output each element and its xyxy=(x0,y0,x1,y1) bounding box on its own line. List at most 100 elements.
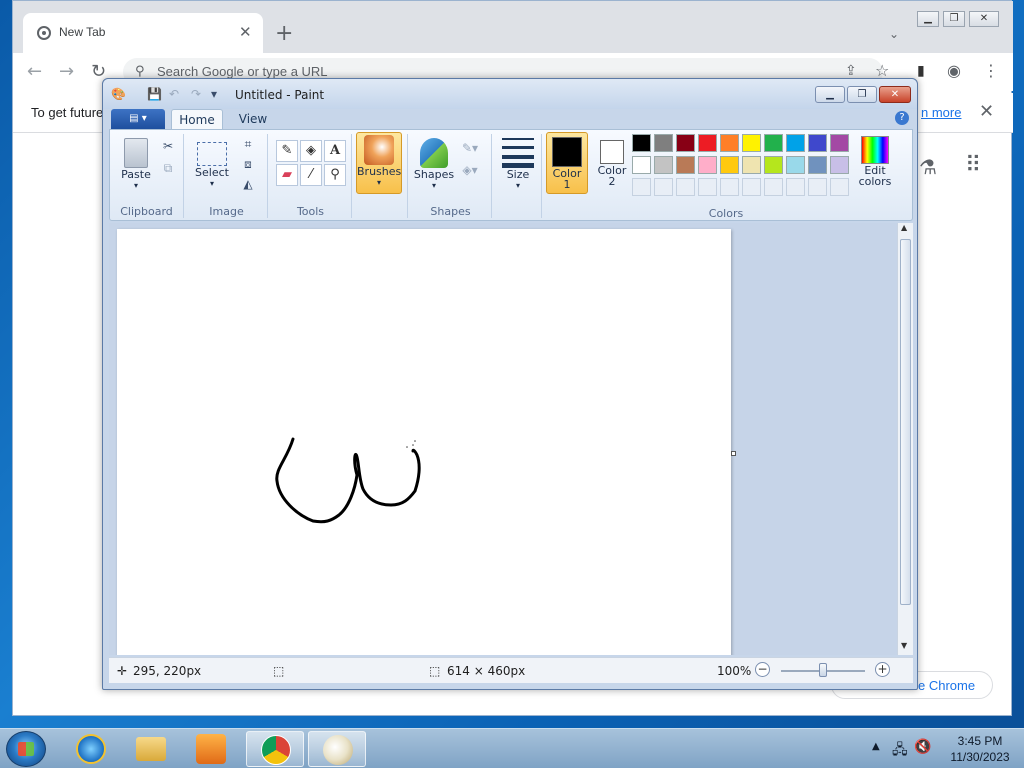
cut-icon[interactable]: ✂ xyxy=(158,136,178,156)
fill-bucket-icon[interactable]: ◈ xyxy=(300,140,322,162)
back-arrow-icon[interactable]: ← xyxy=(27,61,42,82)
color1-button[interactable]: Color 1 xyxy=(546,132,588,194)
pencil-icon[interactable]: ✎ xyxy=(276,140,298,162)
shapes-button[interactable]: Shapes ▾ xyxy=(412,136,456,190)
share-icon[interactable]: ⇪ xyxy=(845,63,857,79)
paint-maximize-button[interactable]: ❐ xyxy=(847,86,877,103)
eraser-icon[interactable]: ▰ xyxy=(276,164,298,186)
color-picker-icon[interactable]: ⁄ xyxy=(300,164,322,186)
image-group: Select ▾ ⌗ ⧈ ◭ Image xyxy=(186,134,268,218)
resize-icon[interactable]: ⧈ xyxy=(238,154,258,174)
palette-swatch[interactable] xyxy=(742,134,761,152)
taskbar-file-explorer[interactable] xyxy=(122,731,180,767)
palette-swatch[interactable] xyxy=(676,156,695,174)
taskbar: ▲ 🖧 🔇 3:45 PM 11/30/2023 xyxy=(0,728,1024,768)
size-button[interactable]: Size ▾ xyxy=(498,136,538,190)
tab-home[interactable]: Home xyxy=(171,109,223,131)
palette-empty-swatch[interactable] xyxy=(830,178,849,196)
palette-swatch[interactable] xyxy=(764,134,783,152)
zoom-out-button[interactable]: − xyxy=(755,662,770,677)
palette-empty-swatch[interactable] xyxy=(676,178,695,196)
palette-swatch[interactable] xyxy=(808,156,827,174)
palette-empty-swatch[interactable] xyxy=(808,178,827,196)
taskbar-chrome[interactable] xyxy=(246,731,304,767)
palette-swatch[interactable] xyxy=(720,134,739,152)
outline-icon[interactable]: ✎▾ xyxy=(460,138,480,158)
chrome-tab-new-tab[interactable]: New Tab ✕ xyxy=(23,13,263,53)
infobar-close-icon[interactable]: ✕ xyxy=(979,101,994,122)
zoom-in-button[interactable]: + xyxy=(875,662,890,677)
apps-grid-icon[interactable]: ⠿ xyxy=(965,153,981,178)
clock[interactable]: 3:45 PM 11/30/2023 xyxy=(938,733,1022,765)
taskbar-internet-explorer[interactable] xyxy=(62,731,120,767)
customize-qat-icon[interactable]: ▾ xyxy=(211,87,217,101)
magnifier-icon[interactable]: ⚲ xyxy=(324,164,346,186)
palette-empty-swatch[interactable] xyxy=(654,178,673,196)
scroll-down-icon[interactable]: ▼ xyxy=(901,641,907,650)
start-button[interactable] xyxy=(6,731,46,767)
edit-colors-button[interactable]: Edit colors xyxy=(852,132,898,188)
new-tab-button[interactable]: + xyxy=(275,23,293,45)
taskbar-media-player[interactable] xyxy=(182,731,240,767)
brushes-button[interactable]: Brushes ▾ xyxy=(356,132,402,194)
paint-close-button[interactable]: ✕ xyxy=(879,86,911,103)
side-panel-icon[interactable]: ▮ xyxy=(917,63,925,79)
scrollbar-thumb[interactable] xyxy=(900,239,911,605)
palette-swatch[interactable] xyxy=(786,134,805,152)
chrome-minimize-button[interactable]: ▁ xyxy=(917,11,939,27)
labs-flask-icon[interactable]: ⚗ xyxy=(919,155,937,179)
text-tool-icon[interactable]: A xyxy=(324,140,346,162)
palette-swatch[interactable] xyxy=(632,134,651,152)
paste-button[interactable]: Paste ▾ xyxy=(116,136,156,190)
palette-swatch[interactable] xyxy=(808,134,827,152)
palette-swatch[interactable] xyxy=(830,156,849,174)
palette-swatch[interactable] xyxy=(764,156,783,174)
taskbar-paint[interactable] xyxy=(308,731,366,767)
palette-swatch[interactable] xyxy=(742,156,761,174)
profile-avatar-icon[interactable]: ◉ xyxy=(947,61,961,80)
volume-muted-icon[interactable]: 🔇 xyxy=(914,739,931,755)
palette-swatch[interactable] xyxy=(676,134,695,152)
tab-close-icon[interactable]: ✕ xyxy=(239,23,252,41)
palette-swatch[interactable] xyxy=(654,156,673,174)
save-icon[interactable]: 💾 xyxy=(147,87,162,101)
palette-empty-swatch[interactable] xyxy=(786,178,805,196)
forward-arrow-icon[interactable]: → xyxy=(59,61,74,82)
palette-swatch[interactable] xyxy=(632,156,651,174)
help-icon[interactable]: ? xyxy=(895,111,909,125)
chrome-close-button[interactable]: ✕ xyxy=(969,11,999,27)
palette-empty-swatch[interactable] xyxy=(742,178,761,196)
copy-icon[interactable]: ⧉ xyxy=(158,158,178,178)
undo-icon[interactable]: ↶ xyxy=(169,87,179,101)
palette-swatch[interactable] xyxy=(786,156,805,174)
palette-swatch[interactable] xyxy=(720,156,739,174)
color2-button[interactable]: Color 2 xyxy=(592,132,632,188)
drawing-canvas[interactable] xyxy=(117,229,731,655)
palette-empty-swatch[interactable] xyxy=(698,178,717,196)
infobar-learn-more-link[interactable]: n more xyxy=(921,105,961,120)
paint-minimize-button[interactable]: ▁ xyxy=(815,86,845,103)
palette-swatch[interactable] xyxy=(830,134,849,152)
file-menu-button[interactable]: ▤ ▾ xyxy=(111,109,165,129)
chrome-restore-button[interactable]: ❐ xyxy=(943,11,965,27)
palette-swatch[interactable] xyxy=(698,156,717,174)
rotate-icon[interactable]: ◭ xyxy=(238,174,258,194)
vertical-scrollbar[interactable]: ▲ ▼ xyxy=(897,223,913,655)
palette-empty-swatch[interactable] xyxy=(764,178,783,196)
scroll-up-icon[interactable]: ▲ xyxy=(901,223,907,232)
palette-empty-swatch[interactable] xyxy=(720,178,739,196)
zoom-slider-thumb[interactable] xyxy=(819,663,827,677)
fill-icon[interactable]: ◈▾ xyxy=(460,160,480,180)
select-button[interactable]: Select ▾ xyxy=(192,136,232,188)
palette-swatch[interactable] xyxy=(698,134,717,152)
chrome-menu-icon[interactable]: ⋮ xyxy=(983,61,999,80)
redo-icon[interactable]: ↷ xyxy=(191,87,201,101)
tab-search-chevron-icon[interactable]: ⌄ xyxy=(889,27,899,41)
palette-empty-swatch[interactable] xyxy=(632,178,651,196)
show-hidden-icons[interactable]: ▲ xyxy=(872,741,880,752)
network-icon[interactable]: 🖧 xyxy=(892,739,908,763)
palette-swatch[interactable] xyxy=(654,134,673,152)
canvas-resize-handle[interactable] xyxy=(731,451,736,456)
crop-icon[interactable]: ⌗ xyxy=(238,134,258,154)
tab-view[interactable]: View xyxy=(231,109,275,131)
